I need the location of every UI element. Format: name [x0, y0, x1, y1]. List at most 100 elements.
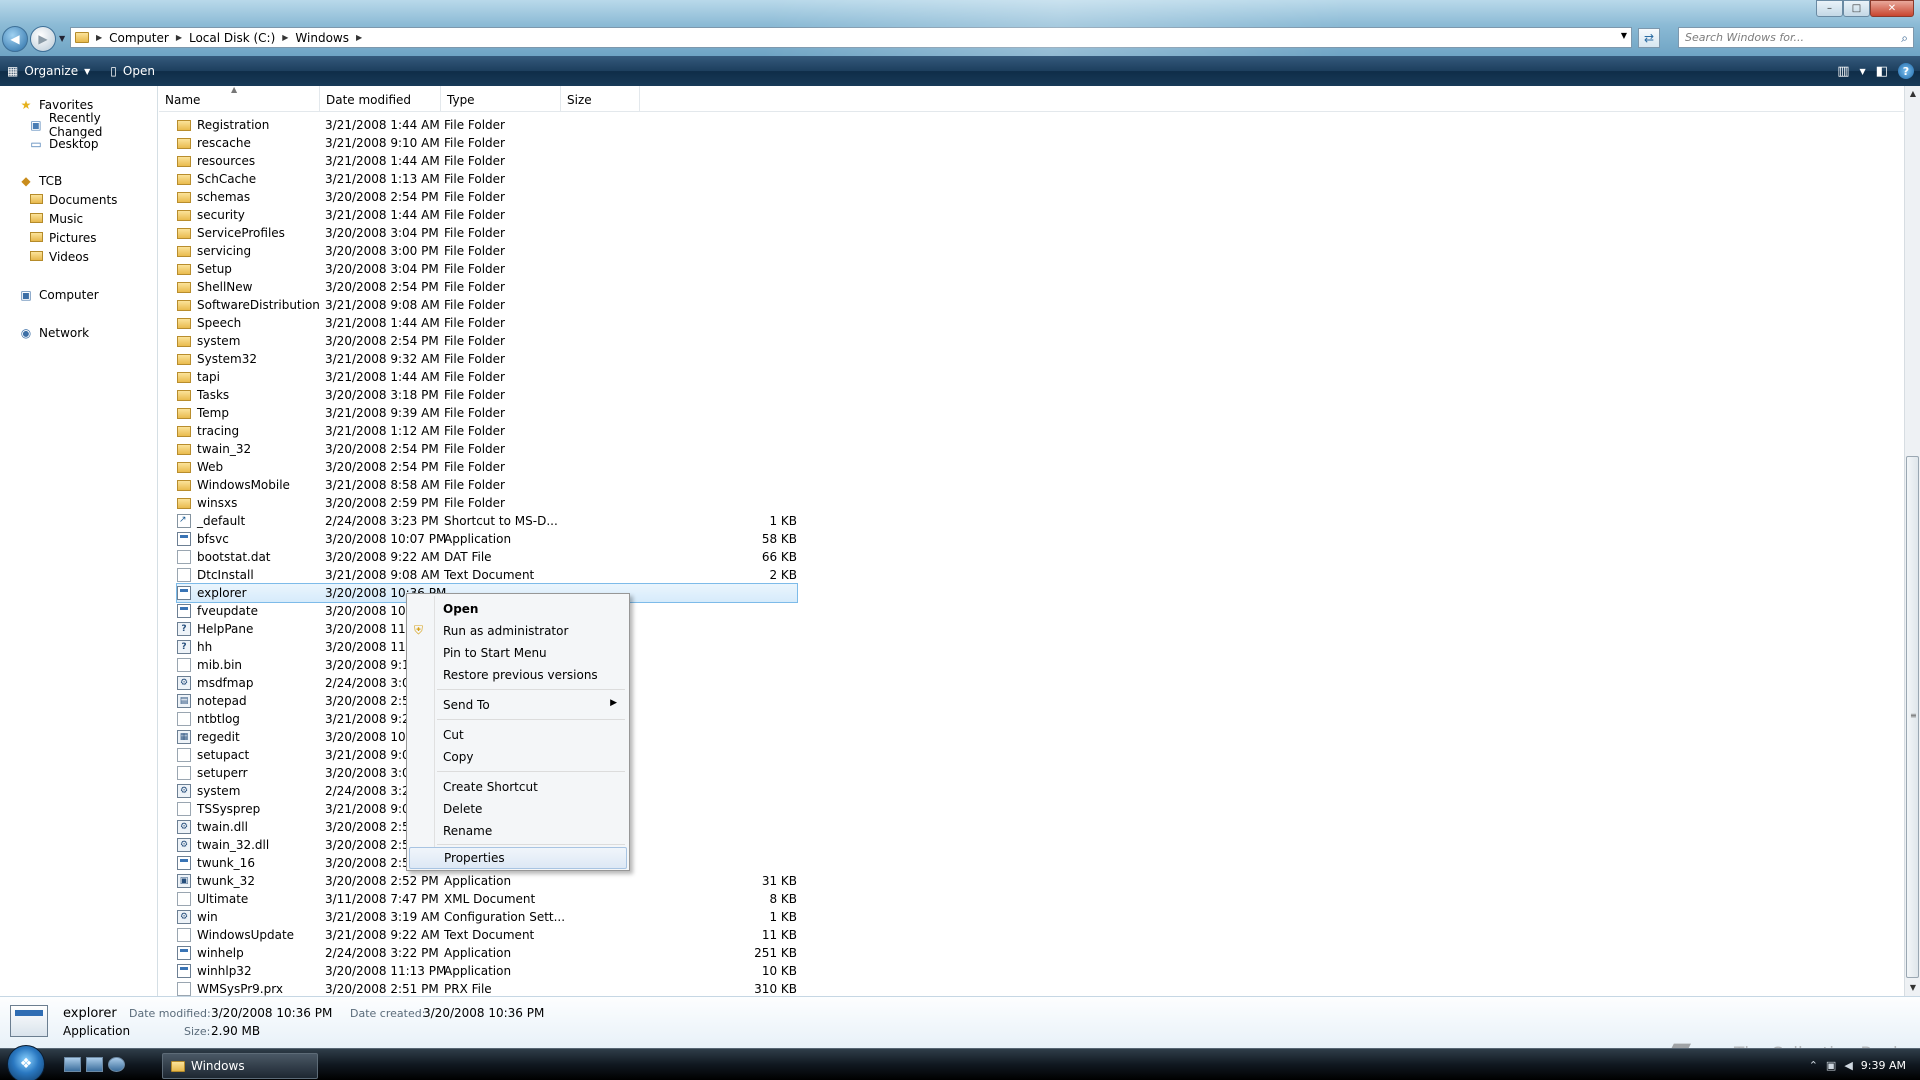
show-desktop-icon[interactable]: [64, 1057, 81, 1072]
menu-item-delete[interactable]: Delete: [409, 798, 627, 820]
close-button[interactable]: ✕: [1870, 0, 1914, 17]
nav-documents[interactable]: Documents: [28, 191, 117, 209]
nav-computer[interactable]: ▣ Computer: [18, 286, 98, 304]
address-dropdown-icon[interactable]: ▼: [1621, 31, 1627, 40]
breadcrumb-chevron-icon[interactable]: ▶: [356, 33, 362, 42]
recent-pages-dropdown-icon[interactable]: ▼: [59, 34, 65, 43]
folder-row[interactable]: System32 3/21/2008 9:32 AM File Folder: [177, 350, 797, 368]
folder-row[interactable]: schemas 3/20/2008 2:54 PM File Folder: [177, 188, 797, 206]
folder-row[interactable]: tapi 3/21/2008 1:44 AM File Folder: [177, 368, 797, 386]
file-name: ServiceProfiles: [197, 226, 285, 240]
breadcrumb-chevron-icon[interactable]: ▶: [96, 33, 102, 42]
folder-row[interactable]: system 3/20/2008 2:54 PM File Folder: [177, 332, 797, 350]
menu-item-send-to[interactable]: Send To ▶: [409, 694, 627, 716]
minimize-button[interactable]: –: [1816, 0, 1843, 17]
nav-music[interactable]: Music: [28, 210, 83, 228]
back-button[interactable]: ◀: [2, 26, 28, 52]
folder-row[interactable]: tracing 3/21/2008 1:12 AM File Folder: [177, 422, 797, 440]
folder-row[interactable]: servicing 3/20/2008 3:00 PM File Folder: [177, 242, 797, 260]
breadcrumb-computer[interactable]: Computer: [109, 31, 169, 45]
address-bar[interactable]: ▶ Computer ▶ Local Disk (C:) ▶ Windows ▶…: [70, 27, 1632, 48]
file-row[interactable]: winhelp 2/24/2008 3:22 PM Application 251 K…: [177, 944, 797, 962]
tray-expand-icon[interactable]: ⌃: [1809, 1059, 1818, 1072]
menu-item-rename[interactable]: Rename: [409, 820, 627, 842]
column-header-type[interactable]: Type: [441, 86, 561, 112]
views-dropdown-icon[interactable]: ▼: [1860, 67, 1866, 76]
folder-row[interactable]: SoftwareDistribution 3/21/2008 9:08 AM Fil…: [177, 296, 797, 314]
help-icon[interactable]: ?: [1898, 63, 1914, 79]
scroll-up-arrow-icon[interactable]: ▲: [1905, 86, 1920, 102]
nav-network[interactable]: ◉ Network: [18, 324, 89, 342]
internet-explorer-icon[interactable]: [108, 1057, 125, 1072]
file-row[interactable]: bfsvc 3/20/2008 10:07 PM Application 58 KB: [177, 530, 797, 548]
file-type: PRX File: [444, 982, 492, 996]
menu-item-create-shortcut[interactable]: Create Shortcut: [409, 776, 627, 798]
folder-row[interactable]: Registration 3/21/2008 1:44 AM File Folder: [177, 116, 797, 134]
folder-row[interactable]: ShellNew 3/20/2008 2:54 PM File Folder: [177, 278, 797, 296]
file-row[interactable]: DtcInstall 3/21/2008 9:08 AM Text Document…: [177, 566, 797, 584]
switch-windows-icon[interactable]: [86, 1057, 103, 1072]
taskbar-button-windows[interactable]: Windows: [162, 1053, 318, 1079]
breadcrumb-chevron-icon[interactable]: ▶: [176, 33, 182, 42]
nav-desktop[interactable]: ▭ Desktop: [28, 135, 98, 153]
vertical-scrollbar[interactable]: ▲ ≡ ▼: [1904, 86, 1920, 996]
file-type: File Folder: [444, 442, 505, 456]
column-header-size[interactable]: Size: [561, 86, 640, 112]
folder-row[interactable]: ServiceProfiles 3/20/2008 3:04 PM File Fol…: [177, 224, 797, 242]
folder-row[interactable]: rescache 3/21/2008 9:10 AM File Folder: [177, 134, 797, 152]
menu-item-open[interactable]: Open: [409, 598, 627, 620]
nav-pictures[interactable]: Pictures: [28, 229, 97, 247]
clock[interactable]: 9:39 AM: [1861, 1059, 1906, 1072]
folder-row[interactable]: WindowsMobile 3/21/2008 8:58 AM File Folde…: [177, 476, 797, 494]
folder-row[interactable]: security 3/21/2008 1:44 AM File Folder: [177, 206, 797, 224]
organize-button[interactable]: ▦ Organize ▼: [0, 56, 103, 86]
folder-row[interactable]: twain_32 3/20/2008 2:54 PM File Folder: [177, 440, 797, 458]
nav-videos[interactable]: Videos: [28, 248, 89, 266]
scroll-thumb[interactable]: ≡: [1906, 456, 1919, 978]
breadcrumb-chevron-icon[interactable]: ▶: [282, 33, 288, 42]
menu-item-copy[interactable]: Copy: [409, 746, 627, 768]
menu-item-pin-to-start-menu[interactable]: Pin to Start Menu: [409, 642, 627, 664]
preview-pane-icon[interactable]: ◧: [1876, 64, 1888, 79]
folder-row[interactable]: resources 3/21/2008 1:44 AM File Folder: [177, 152, 797, 170]
network-status-icon[interactable]: ▣: [1826, 1059, 1836, 1072]
nav-user-folder[interactable]: ◆ TCB: [18, 172, 62, 190]
file-row[interactable]: bootstat.dat 3/20/2008 9:22 AM DAT File 66 …: [177, 548, 797, 566]
folder-row[interactable]: winsxs 3/20/2008 2:59 PM File Folder: [177, 494, 797, 512]
open-button[interactable]: ▯ Open: [103, 56, 162, 86]
column-header-name[interactable]: ▲ Name: [159, 85, 320, 112]
folder-row[interactable]: Speech 3/21/2008 1:44 AM File Folder: [177, 314, 797, 332]
column-header-date[interactable]: Date modified: [320, 86, 441, 112]
breadcrumb-windows[interactable]: Windows: [295, 31, 349, 45]
search-input[interactable]: Search Windows for... ⌕: [1678, 27, 1914, 48]
file-row[interactable]: ▣ twunk_32 3/20/2008 2:52 PM Application 31 …: [177, 872, 797, 890]
folder-row[interactable]: SchCache 3/21/2008 1:13 AM File Folder: [177, 170, 797, 188]
folder-row[interactable]: Temp 3/21/2008 9:39 AM File Folder: [177, 404, 797, 422]
folder-row[interactable]: Web 3/20/2008 2:54 PM File Folder: [177, 458, 797, 476]
forward-arrow-icon: ▶: [38, 32, 48, 46]
file-row[interactable]: Ultimate 3/11/2008 7:47 PM XML Document 8 K…: [177, 890, 797, 908]
menu-separator: [437, 771, 625, 772]
file-row[interactable]: WindowsUpdate 3/21/2008 9:22 AM Text Docum…: [177, 926, 797, 944]
menu-item-cut[interactable]: Cut: [409, 724, 627, 746]
folder-row[interactable]: Tasks 3/20/2008 3:18 PM File Folder: [177, 386, 797, 404]
nav-recently-changed[interactable]: ▣ Recently Changed: [28, 111, 157, 139]
forward-button[interactable]: ▶: [30, 26, 56, 52]
menu-item-restore-previous-versions[interactable]: Restore previous versions: [409, 664, 627, 686]
views-icon[interactable]: ▥: [1837, 64, 1849, 79]
refresh-button[interactable]: ⇄: [1638, 28, 1660, 48]
start-button[interactable]: ❖: [7, 1045, 45, 1080]
folder-row[interactable]: Setup 3/20/2008 3:04 PM File Folder: [177, 260, 797, 278]
menu-item-properties[interactable]: Properties: [409, 847, 627, 869]
file-row[interactable]: _default 2/24/2008 3:23 PM Shortcut to MS-…: [177, 512, 797, 530]
menu-item-run-as-administrator[interactable]: ⛨ Run as administrator: [409, 620, 627, 642]
folder-icon: [177, 192, 191, 203]
volume-icon[interactable]: ◀: [1844, 1059, 1852, 1072]
file-row[interactable]: ⚙ win 3/21/2008 3:19 AM Configuration Sett.…: [177, 908, 797, 926]
breadcrumb-local-disk[interactable]: Local Disk (C:): [189, 31, 275, 45]
scroll-down-arrow-icon[interactable]: ▼: [1905, 980, 1920, 996]
search-icon[interactable]: ⌕: [1901, 31, 1908, 46]
file-row[interactable]: winhlp32 3/20/2008 11:13 PM Application 10 …: [177, 962, 797, 980]
maximize-button[interactable]: □: [1843, 0, 1870, 17]
file-date-modified: 3/21/2008 9:32 AM: [325, 352, 440, 366]
